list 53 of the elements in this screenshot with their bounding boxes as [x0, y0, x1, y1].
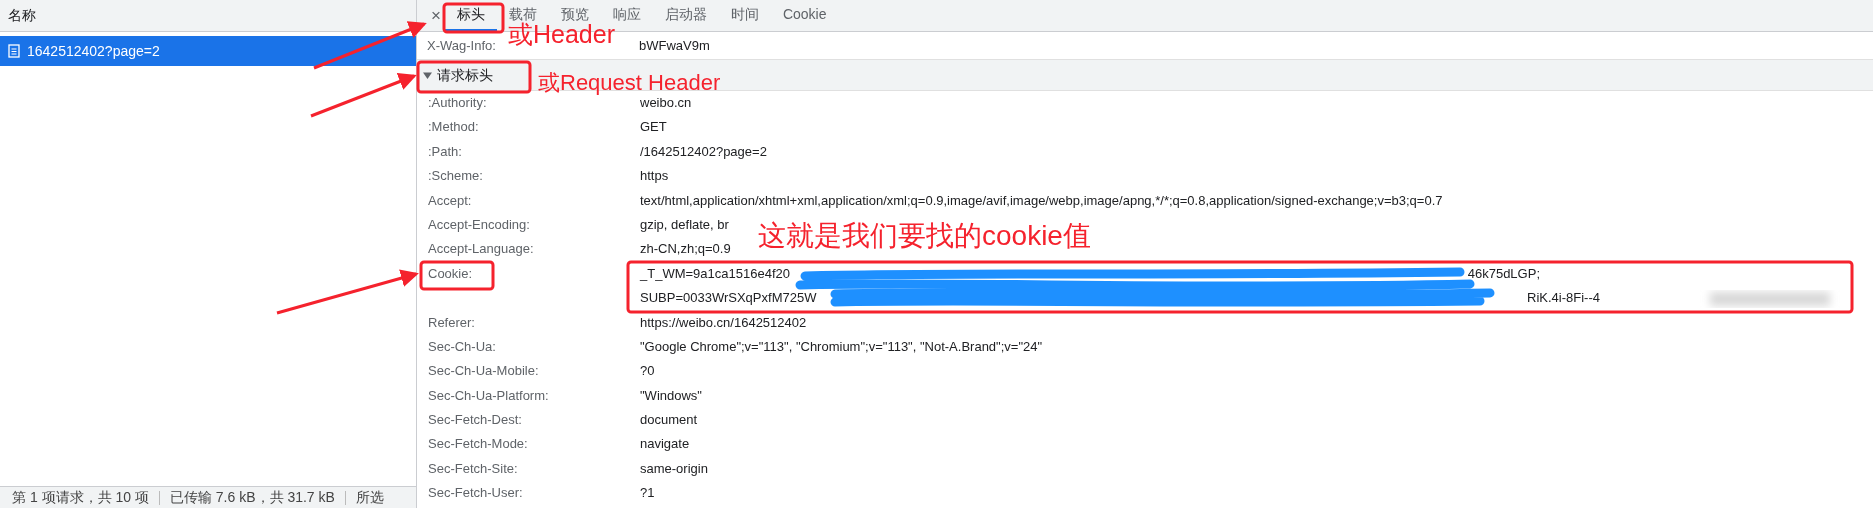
header-value: https	[640, 167, 669, 186]
header-value: gzip, deflate, br	[640, 215, 729, 234]
tab[interactable]: 标头	[444, 0, 497, 31]
header-value: /1642512402?page=2	[640, 142, 767, 161]
header-name: :Path:	[428, 143, 462, 159]
annotation-text: 或Request Header	[538, 72, 721, 94]
header-name: Sec-Ch-Ua-Platform:	[428, 387, 549, 403]
status-text: 所选	[355, 488, 384, 507]
highlight-frame	[442, 2, 505, 34]
header-value: document	[640, 411, 698, 430]
request-row[interactable]: 1642512402?page=2	[0, 36, 416, 66]
expanded-triangle-icon[interactable]	[423, 70, 432, 80]
header-value: "Windows"	[640, 386, 702, 405]
header-value: weibo.cn	[640, 95, 692, 112]
header-name: Referer:	[428, 314, 475, 330]
document-icon	[8, 44, 20, 58]
header-value: ?0	[640, 362, 655, 381]
header-value: text/html,application/xhtml+xml,application/xml;q=0.9,image/avif,image/webp,image/apng,*/*;q=0.8,application/signed-exchange;v=b3;q=0.7	[640, 191, 1443, 210]
header-name: X-Wag-Info:	[427, 37, 496, 53]
header-name: Sec-Ch-Ua-Mobile:	[428, 363, 539, 379]
header-name: Cookie:	[428, 265, 473, 281]
column-header[interactable]: 名称	[8, 5, 36, 26]
header-name: Sec-Fetch-Mode:	[428, 436, 528, 452]
tab[interactable]: 启动器	[652, 0, 719, 31]
header-value: GET	[640, 118, 667, 137]
status-text: 第 1 项请求，共 10 项	[12, 488, 149, 507]
header-value: zh-CN,zh;q=0.9	[640, 240, 731, 259]
cookie-value-fragment: SUBP=0033WrSXqPxfM725W	[640, 289, 817, 308]
cookie-value-fragment: 46k75dLGP;	[1467, 264, 1540, 283]
section-title[interactable]: 请求标头	[437, 64, 493, 86]
header-name: Accept-Encoding:	[428, 216, 530, 232]
annotation-text: 这就是我们要找的cookie值	[758, 222, 1091, 250]
tab[interactable]: 时间	[718, 0, 771, 31]
header-value: same-origin	[640, 459, 708, 478]
cookie-value-fragment: RiK.4i-8Fi--4	[1527, 289, 1600, 308]
header-name: Accept:	[428, 192, 472, 208]
header-name: Sec-Fetch-Site:	[428, 460, 518, 476]
header-value: https://weibo.cn/1642512402	[640, 313, 807, 332]
header-name: Sec-Ch-Ua:	[428, 338, 496, 354]
status-text: 已传输 7.6 kB，共 31.7 kB	[169, 488, 335, 507]
header-name: Sec-Fetch-User:	[428, 485, 523, 501]
header-name: :Method:	[428, 119, 479, 135]
header-name: Accept-Language:	[428, 241, 534, 257]
header-value: "Google Chrome";v="113", "Chromium";v="113", "Not-A.Brand";v="24"	[640, 337, 1043, 356]
annotation-text: 或Header	[508, 22, 615, 47]
tab[interactable]: Cookie	[770, 0, 839, 31]
cookie-value-fragment: _T_WM=9a1ca1516e4f20	[640, 264, 790, 283]
header-name: :Scheme:	[428, 168, 483, 184]
header-value: ?1	[640, 484, 655, 503]
header-name: :Authority:	[428, 95, 487, 110]
header-name: Sec-Fetch-Dest:	[428, 412, 522, 428]
header-value: bWFwaV9m	[639, 36, 710, 55]
header-value: navigate	[640, 435, 690, 454]
